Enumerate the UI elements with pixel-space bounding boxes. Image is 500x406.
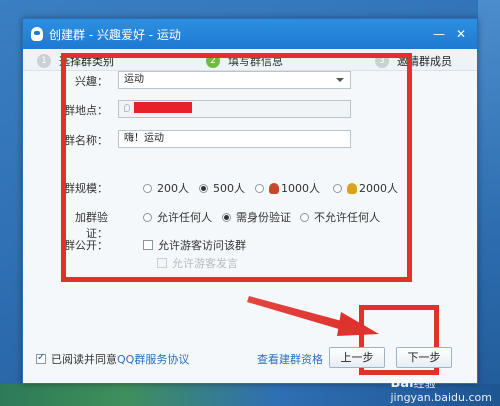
watermark-url: jingyan.baidu.com xyxy=(390,391,492,404)
view-qualification-link[interactable]: 查看建群资格 xyxy=(257,351,323,367)
arrow-shaft xyxy=(247,296,353,332)
service-agreement-link[interactable]: QQ群服务协议 xyxy=(117,353,189,366)
minimize-icon[interactable]: — xyxy=(431,26,447,42)
baidu-watermark: Bai经验 jingyan.baidu.com xyxy=(390,375,492,404)
agree-text: 已阅读并同意 xyxy=(51,353,117,366)
watermark-brand: Bai xyxy=(390,376,414,391)
qq-logo-icon xyxy=(31,27,43,41)
agreement-row: 已阅读并同意QQ群服务协议 xyxy=(36,351,189,367)
prev-step-button[interactable]: 上一步 xyxy=(329,347,385,368)
title-bar[interactable]: 创建群 - 兴趣爱好 - 运动 — ✕ xyxy=(23,19,477,49)
watermark-suffix: 经验 xyxy=(413,377,436,390)
window-title: 创建群 - 兴趣爱好 - 运动 xyxy=(49,27,181,42)
step-number: 1 xyxy=(37,54,51,68)
highlight-frame-form xyxy=(61,53,412,282)
close-icon[interactable]: ✕ xyxy=(453,26,469,42)
desktop-background xyxy=(478,0,500,406)
next-step-button[interactable]: 下一步 xyxy=(396,347,452,368)
agree-checkbox[interactable] xyxy=(36,352,46,364)
